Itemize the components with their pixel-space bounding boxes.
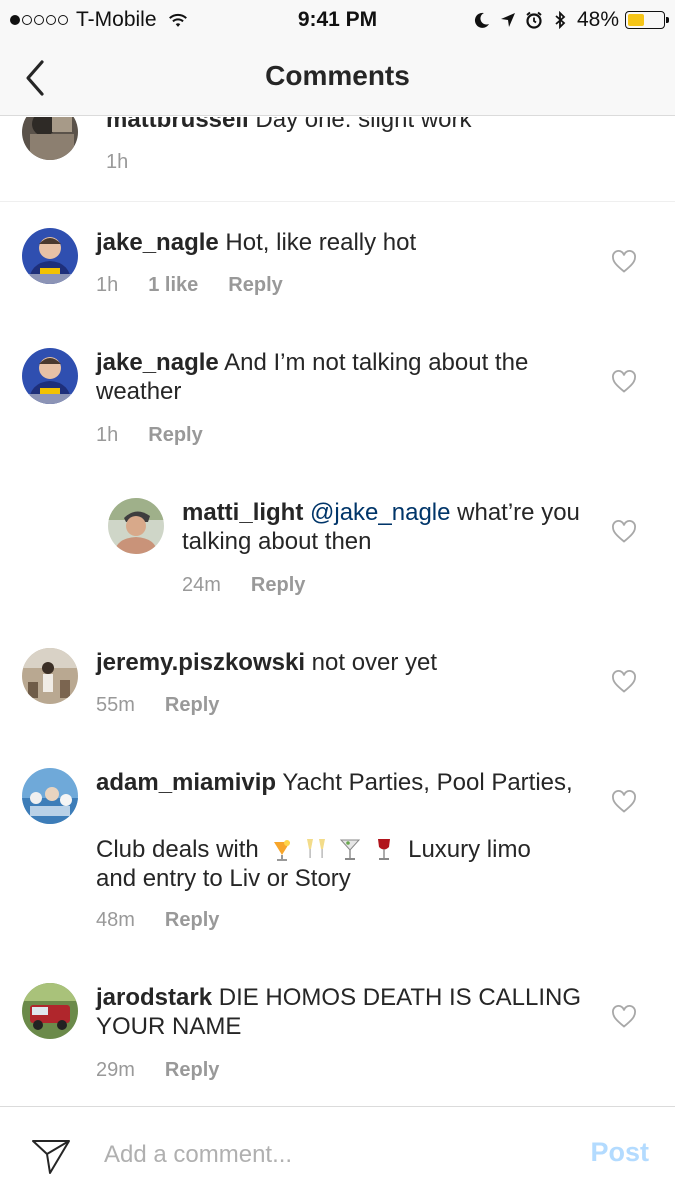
post-button[interactable]: Post	[590, 1137, 649, 1168]
battery-percent: 48%	[576, 8, 619, 31]
post-caption: mattbrussell Day one: slight work 1h	[0, 117, 675, 202]
avatar[interactable]	[22, 348, 78, 404]
comment-text-line: and entry to Liv or Story	[96, 865, 351, 892]
comment-text-line: Club deals with	[96, 836, 259, 863]
avatar[interactable]	[22, 983, 78, 1039]
comment-input-bar: Post	[0, 1106, 675, 1200]
comment-time: 55m	[96, 694, 135, 716]
comment-time: 1h	[96, 424, 119, 446]
comments-list[interactable]: mattbrussell Day one: slight work 1h jak…	[0, 117, 675, 1105]
comment-item: jeremy.piszkowski not over yet 55m Reply	[0, 622, 675, 742]
reply-button[interactable]: Reply	[165, 909, 219, 932]
comment-item: jarodstark DIE HOMOS DEATH IS CALLING YO…	[0, 957, 675, 1105]
comment-text: Yacht Parties, Pool Parties,	[282, 769, 573, 796]
comment-username[interactable]: mattbrussell	[106, 117, 249, 133]
heart-icon[interactable]	[611, 520, 637, 544]
reply-button[interactable]: Reply	[165, 1059, 219, 1082]
comment-username[interactable]: matti_light	[182, 499, 303, 526]
comment-time: 24m	[182, 574, 221, 596]
nav-bar: Comments	[0, 40, 675, 116]
comment-time: 48m	[96, 909, 135, 931]
avatar[interactable]	[22, 228, 78, 284]
page-title: Comments	[265, 60, 410, 91]
comment-item: adam_miamivip Yacht Parties, Pool Partie…	[0, 742, 675, 957]
reply-button[interactable]: Reply	[165, 694, 219, 717]
heart-icon[interactable]	[611, 370, 637, 394]
location-arrow-icon	[500, 13, 515, 27]
comment-text: Day one: slight work	[255, 117, 472, 133]
reply-button[interactable]: Reply	[148, 424, 202, 447]
tropical-drink-emoji	[274, 840, 291, 861]
comment-time: 1h	[106, 151, 129, 173]
comment-username[interactable]: jake_nagle	[96, 229, 219, 256]
comment-reply-item: matti_light @jake_nagle what’re you talk…	[0, 472, 675, 622]
cocktail-glass-emoji	[340, 839, 361, 860]
heart-icon[interactable]	[611, 250, 637, 274]
avatar[interactable]	[108, 498, 164, 554]
bluetooth-icon	[555, 11, 566, 29]
battery-icon	[625, 11, 669, 29]
moon-icon	[474, 12, 489, 28]
comment-username[interactable]: jake_nagle	[96, 349, 219, 376]
avatar[interactable]	[22, 648, 78, 704]
avatar[interactable]	[22, 768, 78, 824]
reply-button[interactable]: Reply	[251, 574, 305, 597]
comment-time: 1h	[96, 274, 119, 296]
status-right: 48%	[473, 8, 669, 32]
heart-icon[interactable]	[611, 1005, 637, 1029]
comment-text: Hot, like really hot	[225, 229, 417, 256]
comment-item: jake_nagle Hot, like really hot 1h 1 lik…	[0, 202, 675, 322]
avatar[interactable]	[22, 117, 78, 160]
wine-glass-emoji	[378, 839, 391, 860]
status-bar: T-Mobile 9:41 PM 48%	[0, 0, 675, 40]
comment-text-line: Luxury limo	[408, 836, 531, 863]
alarm-icon	[526, 11, 542, 29]
comment-username[interactable]: jeremy.piszkowski	[96, 649, 305, 676]
reply-button[interactable]: Reply	[228, 274, 282, 297]
comment-time: 29m	[96, 1059, 135, 1081]
heart-icon[interactable]	[611, 670, 637, 694]
comment-username[interactable]: adam_miamivip	[96, 769, 276, 796]
paper-plane-icon[interactable]	[30, 1135, 72, 1177]
champagne-glasses-emoji	[307, 839, 326, 858]
comment-input[interactable]	[104, 1137, 554, 1173]
comment-text: not over yet	[311, 649, 438, 676]
heart-icon[interactable]	[611, 790, 637, 814]
comment-username[interactable]: jarodstark	[96, 984, 212, 1011]
battery-level	[628, 14, 645, 26]
like-count[interactable]: 1 like	[148, 274, 198, 297]
mention-link[interactable]: @jake_nagle	[310, 499, 450, 526]
comment-item: jake_nagle And I’m not talking about the…	[0, 322, 675, 472]
